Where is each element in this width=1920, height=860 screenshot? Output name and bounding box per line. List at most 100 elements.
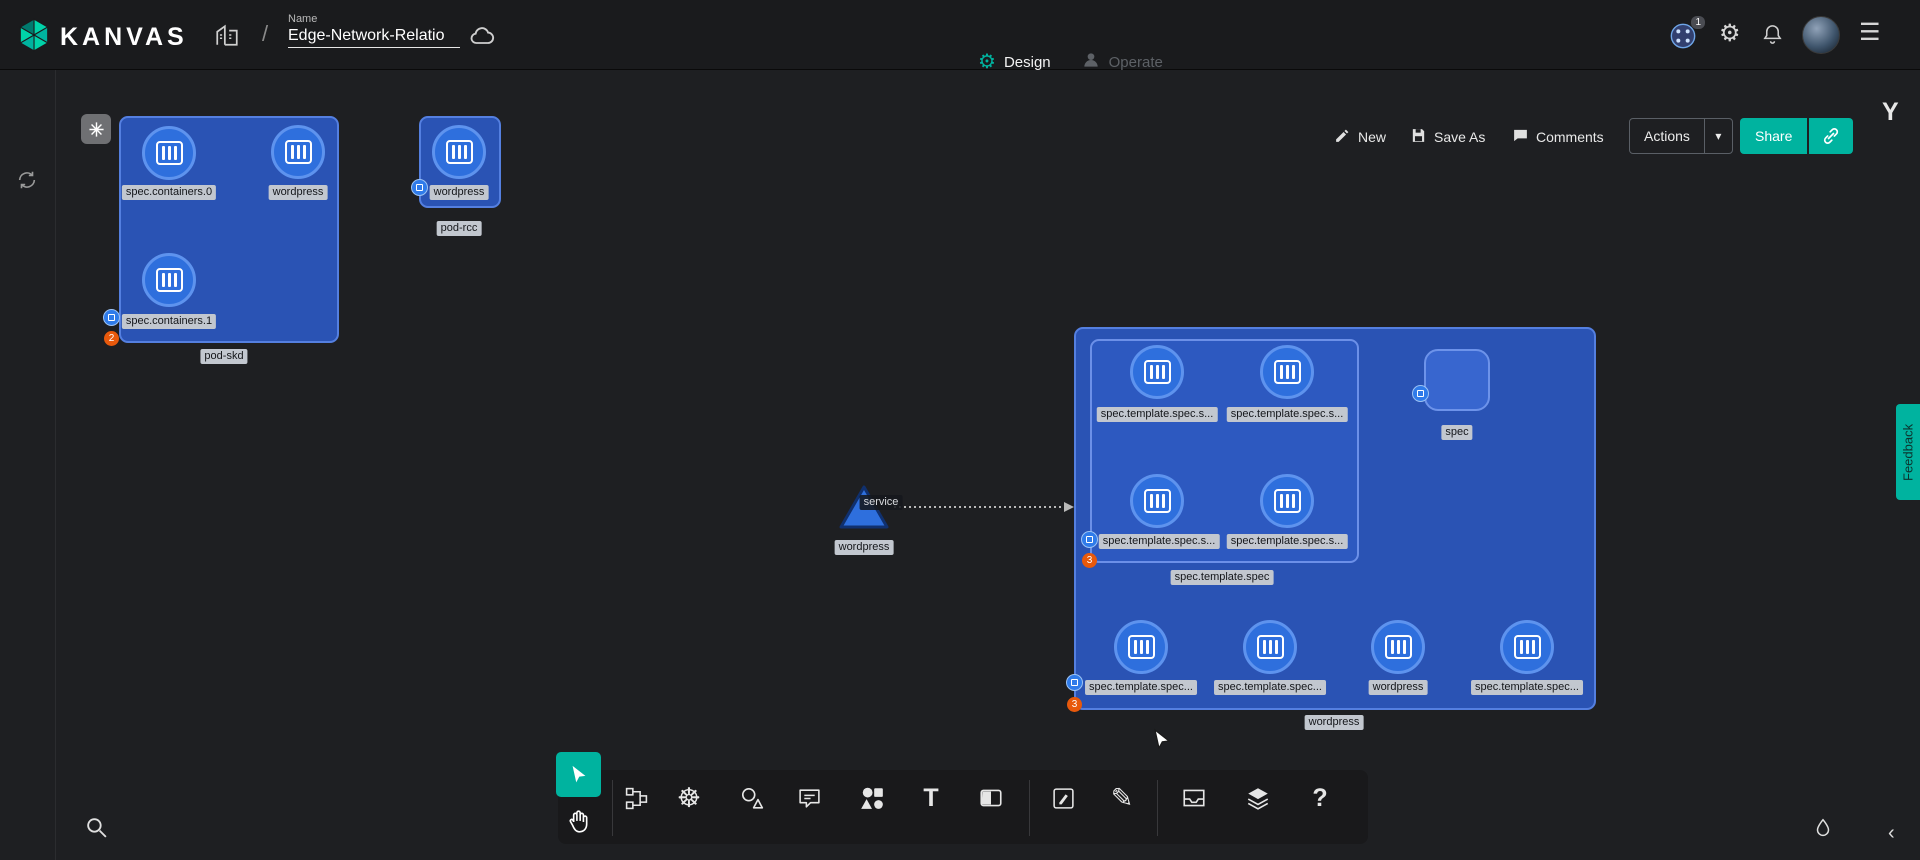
node-bottom-2[interactable] xyxy=(1243,620,1297,674)
feedback-label: Feedback xyxy=(1901,423,1916,480)
new-label: New xyxy=(1358,129,1386,145)
share-label: Share xyxy=(1755,128,1792,144)
design-tab-icon: ⚙ xyxy=(978,52,996,72)
container-icon xyxy=(156,268,183,292)
node-label: spec.template.spec... xyxy=(1471,680,1583,695)
layer5-mark[interactable]: Y xyxy=(1882,98,1899,127)
annotate-tool[interactable] xyxy=(1040,775,1086,821)
extensions-icon[interactable]: 1 xyxy=(1669,22,1697,50)
save-as-button[interactable]: Save As xyxy=(1410,127,1485,147)
tab-operate[interactable]: Operate xyxy=(1081,50,1163,74)
drawer-tool[interactable] xyxy=(1171,775,1217,821)
container-icon xyxy=(1257,635,1284,659)
save-as-label: Save As xyxy=(1434,129,1485,145)
node-spec-template-2[interactable] xyxy=(1260,345,1314,399)
node-label: spec.template.spec... xyxy=(1214,680,1326,695)
mode-tabs: ⚙ Design Operate xyxy=(978,50,1163,74)
tab-design[interactable]: ⚙ Design xyxy=(978,52,1051,72)
pencil-tool[interactable]: ✎ xyxy=(1099,775,1145,821)
kanvas-logo-icon xyxy=(16,17,52,58)
edge-service-to-deployment[interactable] xyxy=(892,498,1078,516)
node-label: spec.template.spec.s... xyxy=(1227,407,1348,422)
container-icon xyxy=(1144,489,1171,513)
group-label-spec-template-spec: spec.template.spec xyxy=(1171,570,1274,585)
actions-dropdown-arrow[interactable]: ▾ xyxy=(1704,119,1732,153)
node-label: spec.template.spec... xyxy=(1085,680,1197,695)
pencil-icon xyxy=(1334,127,1351,147)
cloud-sync-icon[interactable] xyxy=(468,22,496,50)
node-label: wordpress xyxy=(430,185,489,200)
breadcrumb-slash: / xyxy=(262,21,268,47)
text-tool[interactable]: T xyxy=(908,775,954,821)
group-label-pod-rcc: pod-rcc xyxy=(437,221,482,236)
node-spec-template-3[interactable] xyxy=(1130,474,1184,528)
container-icon xyxy=(285,140,312,164)
kubernetes-badge[interactable] xyxy=(1081,531,1098,548)
node-wordpress-pod-rcc[interactable] xyxy=(432,125,486,179)
design-tab-label: Design xyxy=(1004,54,1051,71)
copy-link-button[interactable] xyxy=(1809,118,1853,154)
new-button[interactable]: New xyxy=(1334,127,1386,147)
node-label: spec.template.spec.s... xyxy=(1227,534,1348,549)
container-icon xyxy=(446,140,473,164)
comment-tool[interactable] xyxy=(786,775,832,821)
actions-button[interactable]: Actions ▾ xyxy=(1629,118,1733,154)
container-icon xyxy=(1274,489,1301,513)
node-spec-template-4[interactable] xyxy=(1260,474,1314,528)
node-label: wordpress xyxy=(269,185,328,200)
hamburger-menu-icon[interactable]: ☰ xyxy=(1859,21,1881,45)
group-label-wordpress: wordpress xyxy=(1305,715,1364,730)
settings-gear-icon[interactable]: ⚙ xyxy=(1719,22,1741,46)
pan-hand-tool[interactable] xyxy=(555,799,601,845)
share-button[interactable]: Share xyxy=(1740,118,1807,154)
container-icon xyxy=(1385,635,1412,659)
share-group: Share xyxy=(1740,118,1853,154)
node-label: wordpress xyxy=(835,540,894,555)
error-count-badge[interactable]: 3 xyxy=(1067,697,1082,712)
user-avatar[interactable] xyxy=(1802,16,1840,54)
node-label: wordpress xyxy=(1369,680,1428,695)
node-label: spec.template.spec.s... xyxy=(1097,407,1218,422)
left-dock: › xyxy=(0,70,56,860)
container-icon xyxy=(1514,635,1541,659)
feedback-tab[interactable]: Feedback xyxy=(1896,404,1920,500)
node-spec-containers-1[interactable] xyxy=(142,253,196,307)
node-spec-containers-0[interactable] xyxy=(142,126,196,180)
node-bottom-4[interactable] xyxy=(1500,620,1554,674)
collapse-right-chevron[interactable]: ‹ xyxy=(1888,822,1895,845)
notification-count-badge: 1 xyxy=(1691,16,1705,29)
group-freeze-button[interactable] xyxy=(81,114,111,144)
shape-fill-tool[interactable] xyxy=(968,775,1014,821)
organization-icon[interactable] xyxy=(214,22,240,48)
kubernetes-badge[interactable] xyxy=(411,179,428,196)
kubernetes-badge[interactable] xyxy=(1066,674,1083,691)
notifications-bell-icon[interactable] xyxy=(1761,23,1784,46)
error-count-badge[interactable]: 3 xyxy=(1082,553,1097,568)
kubernetes-badge[interactable] xyxy=(103,309,120,326)
layers-tool[interactable] xyxy=(1235,775,1281,821)
shapes-tool[interactable] xyxy=(729,775,775,821)
flow-tool[interactable] xyxy=(613,775,659,821)
node-spec-template-1[interactable] xyxy=(1130,345,1184,399)
design-name-input[interactable] xyxy=(288,25,460,48)
kubernetes-tool[interactable]: ☸ xyxy=(666,775,712,821)
error-count-badge[interactable]: 2 xyxy=(104,331,119,346)
comments-button[interactable]: Comments xyxy=(1512,127,1604,147)
media-shapes-tool[interactable] xyxy=(849,775,895,821)
kubernetes-badge[interactable] xyxy=(1412,385,1429,402)
select-tool-button[interactable] xyxy=(556,752,601,797)
help-tool[interactable]: ? xyxy=(1297,775,1343,821)
sync-status-icon[interactable] xyxy=(16,169,38,196)
node-bottom-wordpress[interactable] xyxy=(1371,620,1425,674)
kanvas-app: KANVAS / Name 1 ⚙ ☰ ⚙ Design xyxy=(0,0,1920,860)
zoom-search-icon[interactable] xyxy=(84,815,109,845)
design-name-block: Name xyxy=(288,13,460,48)
actions-label: Actions xyxy=(1630,128,1704,144)
service-chip: service xyxy=(860,495,903,510)
node-bottom-1[interactable] xyxy=(1114,620,1168,674)
node-wordpress-pod-skd[interactable] xyxy=(271,125,325,179)
node-spec[interactable] xyxy=(1424,349,1490,411)
node-label: spec.template.spec.s... xyxy=(1099,534,1220,549)
ink-drop-icon[interactable] xyxy=(1812,817,1834,844)
comment-icon xyxy=(1512,127,1529,147)
